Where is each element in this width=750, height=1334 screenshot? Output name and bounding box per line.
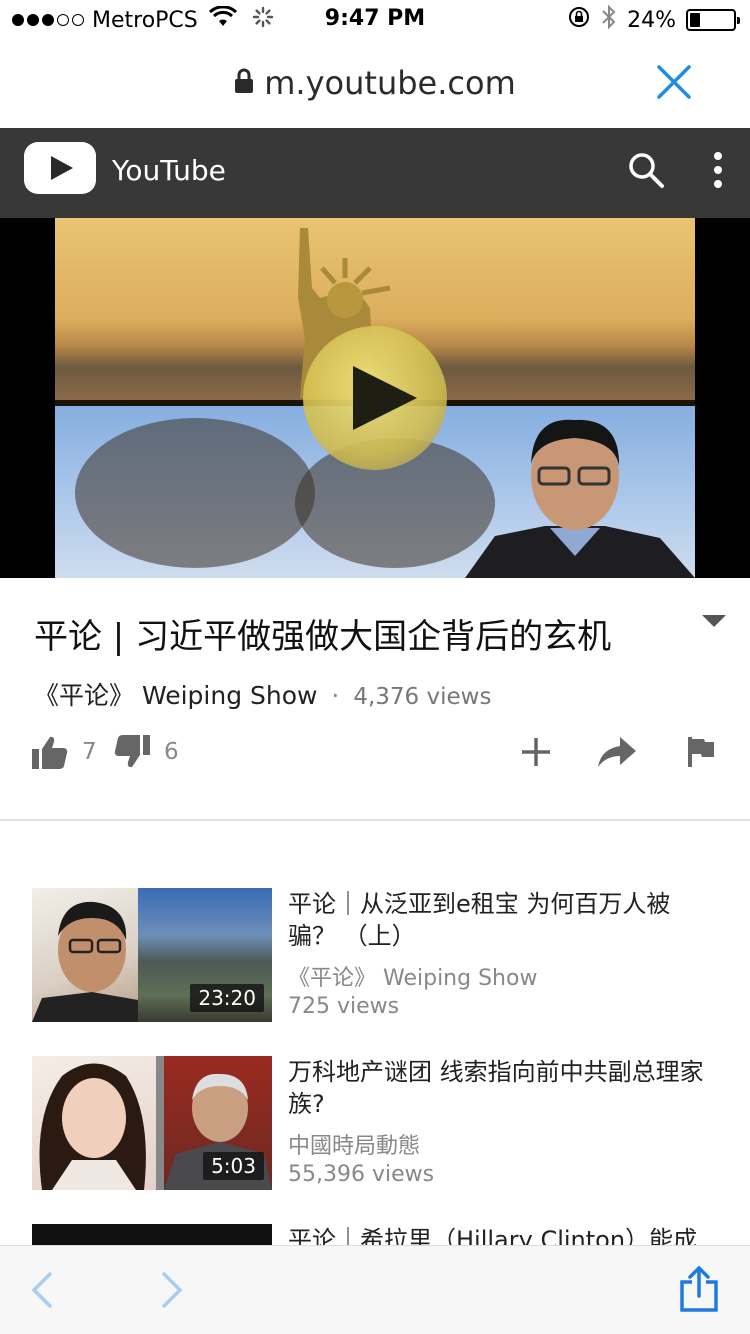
youtube-brand-text[interactable]: YouTube xyxy=(112,154,226,187)
lock-icon xyxy=(234,64,254,102)
forward-icon[interactable] xyxy=(160,1270,186,1314)
play-icon xyxy=(353,366,417,430)
like-count: 7 xyxy=(82,739,97,765)
close-icon[interactable] xyxy=(656,64,692,100)
battery-icon xyxy=(686,9,740,31)
related-video-item[interactable]: 23:20 平论｜从泛亚到e租宝 为何百万人被骗？ （上） 《平论》 Weipi… xyxy=(0,888,750,1028)
url-text[interactable]: m.youtube.com xyxy=(264,64,515,102)
add-icon xyxy=(522,738,550,766)
share-icon xyxy=(598,737,636,767)
more-vert-icon[interactable] xyxy=(706,150,730,194)
wifi-icon xyxy=(208,5,238,34)
bluetooth-icon xyxy=(601,4,617,36)
video-duration: 23:20 xyxy=(190,984,264,1012)
youtube-header: YouTube xyxy=(0,128,750,218)
related-video-channel: 中國時局動態 xyxy=(288,1134,421,1159)
related-video-title[interactable]: 万科地产谜团 线索指向前中共副总理家族? xyxy=(288,1056,718,1120)
video-actions: 7 6 xyxy=(0,726,750,778)
thumbs-up-icon xyxy=(32,736,68,769)
video-title: 平论 | 习近平做强做大国企背后的玄机 xyxy=(34,617,612,657)
related-video-thumbnail[interactable]: 5:03 xyxy=(32,1056,272,1190)
thumbs-down-icon xyxy=(114,735,150,768)
carrier-name: MetroPCS xyxy=(92,7,198,33)
share-icon[interactable] xyxy=(678,1265,720,1318)
rotation-lock-icon xyxy=(567,5,591,35)
related-video-item[interactable]: 5:03 万科地产谜团 线索指向前中共副总理家族? 中國時局動態 55,396 … xyxy=(0,1056,750,1196)
dislike-count: 6 xyxy=(164,739,179,765)
related-video-views: 55,396 views xyxy=(288,1162,435,1187)
channel-name[interactable]: 《平论》 Weiping Show xyxy=(34,681,317,710)
browser-toolbar xyxy=(0,1245,750,1334)
meta-separator: · xyxy=(331,681,340,710)
presenter-image xyxy=(465,419,695,578)
status-bar: MetroPCS 9:47 PM 24% xyxy=(0,0,750,40)
battery-percent: 24% xyxy=(627,7,676,33)
signal-strength-icon xyxy=(12,14,84,26)
dislike-button[interactable]: 6 xyxy=(114,726,179,778)
related-video-channel: 《平论》 Weiping Show xyxy=(288,966,538,991)
flag-icon xyxy=(688,737,714,767)
expand-icon[interactable] xyxy=(702,614,726,633)
share-button[interactable] xyxy=(598,726,636,778)
search-icon[interactable] xyxy=(626,150,666,194)
loading-spinner-icon xyxy=(252,6,274,34)
video-duration: 5:03 xyxy=(203,1152,264,1180)
section-divider xyxy=(0,819,750,821)
back-icon[interactable] xyxy=(28,1270,54,1314)
related-video-views: 725 views xyxy=(288,994,400,1019)
like-button[interactable]: 7 xyxy=(32,726,97,778)
browser-url-bar: m.youtube.com xyxy=(0,40,750,128)
play-button[interactable] xyxy=(303,326,447,470)
related-video-title[interactable]: 平论｜从泛亚到e租宝 为何百万人被骗？ （上） xyxy=(288,888,718,952)
youtube-logo-icon[interactable] xyxy=(24,142,96,194)
video-meta: 《平论》 Weiping Show · 4,376 views xyxy=(34,676,491,712)
view-count: 4,376 views xyxy=(353,684,492,710)
flag-button[interactable] xyxy=(688,726,714,778)
add-to-playlist-button[interactable] xyxy=(520,726,552,778)
related-video-thumbnail[interactable]: 23:20 xyxy=(32,888,272,1022)
